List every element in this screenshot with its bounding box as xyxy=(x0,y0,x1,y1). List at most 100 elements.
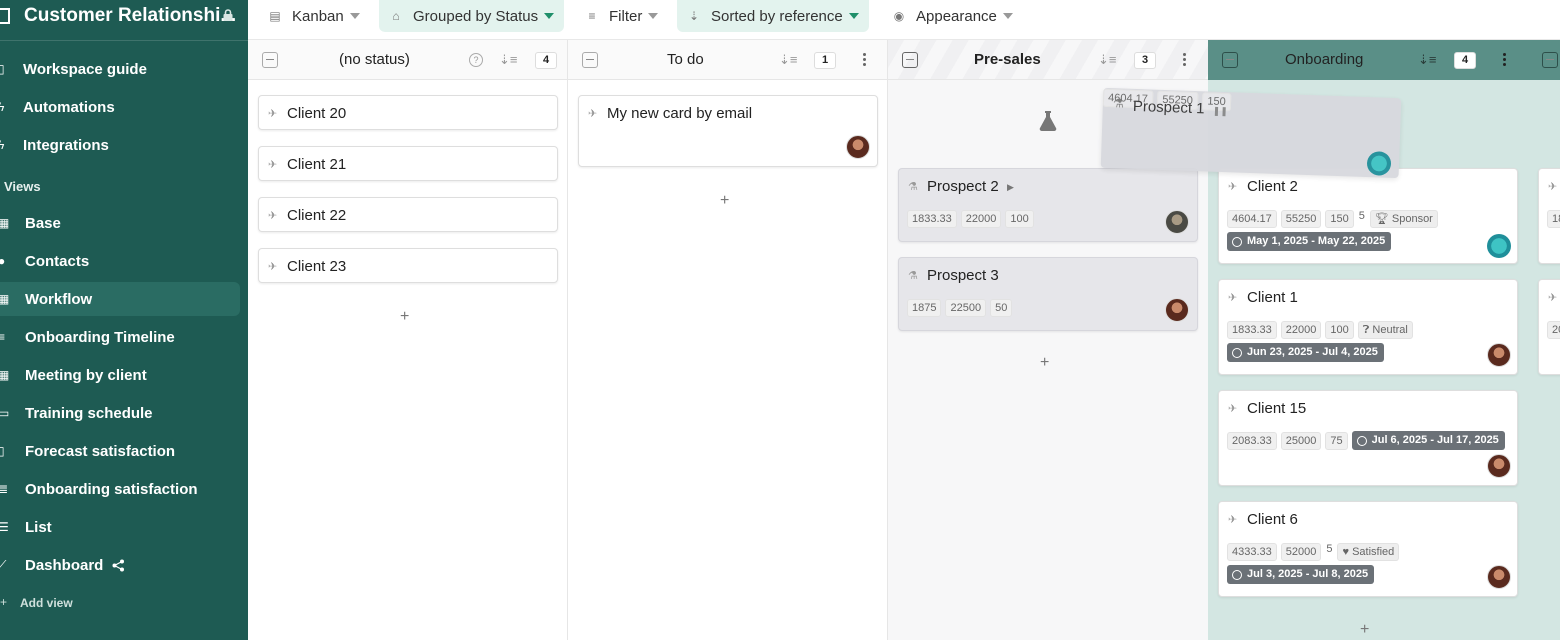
sidebar-view-forecast-satisfaction[interactable]: ▯ Forecast satisfaction xyxy=(0,434,240,468)
grid-icon: ▦ xyxy=(0,368,10,382)
field-value: 25000 xyxy=(1280,431,1322,450)
person-icon: ● xyxy=(0,254,6,268)
sidebar-view-dashboard[interactable]: ⟋ Dashboard xyxy=(0,548,240,582)
play-icon: ▶ xyxy=(1007,182,1014,192)
kanban-board: (no status) ? ⇣≡ 4 ✈ Client 20 ✈ Client … xyxy=(248,40,1560,640)
add-card-button[interactable]: + xyxy=(1360,621,1369,639)
app-title-bar[interactable]: Customer Relationshi... xyxy=(0,0,248,32)
choice-label: Satisfied xyxy=(1352,546,1395,558)
collapse-icon[interactable] xyxy=(582,52,598,68)
column-menu-icon[interactable] xyxy=(1501,52,1507,68)
filter-dropdown[interactable]: ≡ Filter xyxy=(575,0,668,32)
sidebar-view-contacts[interactable]: ● Contacts xyxy=(0,244,240,278)
help-icon[interactable]: ? xyxy=(469,53,483,67)
choice-label: Sponsor xyxy=(1391,213,1433,225)
field-value: 150 xyxy=(1325,210,1354,228)
view-type-dropdown[interactable]: ▤ Kanban xyxy=(258,0,370,32)
kanban-card[interactable]: ⚗ Prospect 3 1875 22500 50 xyxy=(898,257,1198,331)
field-value: 5 xyxy=(1326,543,1333,555)
column-title: Pre-sales xyxy=(974,51,1041,68)
clock-icon xyxy=(1356,435,1367,446)
book-icon: ▯ xyxy=(0,62,5,76)
rocket-icon: ✈ xyxy=(1548,181,1558,193)
add-card-button[interactable]: + xyxy=(400,308,409,326)
rocket-icon: ✈ xyxy=(588,108,598,120)
sidebar-view-base[interactable]: ▦ Base xyxy=(0,206,240,240)
kanban-card[interactable]: ✈ Client 6 4333.33 52000 5 ♥ Satisfied J… xyxy=(1218,501,1518,597)
choice-tag: ♥ Satisfied xyxy=(1337,543,1400,561)
sidebar-view-list[interactable]: ☰ List xyxy=(0,510,240,544)
question-icon: ❓︎ xyxy=(1362,324,1370,336)
sidebar-item-integrations[interactable]: ϟ Integrations xyxy=(0,128,240,162)
avatar xyxy=(1165,210,1189,234)
group-by-dropdown[interactable]: ⌂ Grouped by Status xyxy=(379,0,565,32)
kanban-card[interactable]: ✈ Client 21 xyxy=(258,146,558,181)
sort-icon[interactable]: ⇣≡ xyxy=(499,52,517,68)
collapse-icon[interactable] xyxy=(902,52,918,68)
eye-icon: ◉ xyxy=(893,9,905,23)
add-view-label: Add view xyxy=(20,596,73,610)
field-value: 18 xyxy=(1547,210,1560,228)
collapse-icon[interactable] xyxy=(1542,52,1558,68)
chevron-down-icon xyxy=(648,13,659,19)
sidebar-divider xyxy=(0,40,248,41)
rocket-icon: ✈ xyxy=(1228,292,1238,304)
sidebar-view-training-schedule[interactable]: ▭ Training schedule xyxy=(0,396,240,430)
collapse-icon[interactable] xyxy=(262,52,278,68)
flask-icon: ⚗ xyxy=(908,181,918,193)
kanban-card[interactable]: ✈ Client 2 4604.17 55250 150 5 🏆︎ Sponso… xyxy=(1218,168,1518,264)
sidebar-view-onboarding-timeline[interactable]: ≡ Onboarding Timeline xyxy=(0,320,240,354)
kanban-card[interactable]: ✈ 18 xyxy=(1538,168,1560,264)
kanban-card[interactable]: ✈ Client 23 xyxy=(258,248,558,283)
card-fields: 2083.33 25000 75 Jul 6, 2025 - Jul 17, 2… xyxy=(1227,431,1505,450)
sort-icon[interactable]: ⇣≡ xyxy=(1418,52,1436,68)
sidebar-item-label: Automations xyxy=(23,99,115,116)
views-section-label: Views xyxy=(4,179,41,194)
kanban-card[interactable]: ✈ Client 15 2083.33 25000 75 Jul 6, 2025… xyxy=(1218,390,1518,486)
kanban-card[interactable]: ✈ Client 20 xyxy=(258,95,558,130)
sidebar-item-workspace-guide[interactable]: ▯ Workspace guide xyxy=(0,52,240,86)
card-title: Prospect 3 xyxy=(927,267,999,284)
kanban-card[interactable]: ✈ My new card by email xyxy=(578,95,878,167)
kanban-card[interactable]: ✈ Client 22 xyxy=(258,197,558,232)
gauge-icon: ▯ xyxy=(0,444,5,458)
field-value: 75 xyxy=(1325,431,1348,450)
sidebar-view-onboarding-satisfaction[interactable]: ≣ Onboarding satisfaction xyxy=(0,472,240,506)
add-card-button[interactable]: + xyxy=(1040,354,1049,372)
kanban-card[interactable]: ✈ Client 1 1833.33 22000 100 ❓︎ Neutral … xyxy=(1218,279,1518,375)
card-fields: 1875 22500 50 xyxy=(907,299,1013,317)
field-value: 1875 xyxy=(907,299,942,317)
field-value: 52000 xyxy=(1280,543,1322,561)
rocket-icon: ✈ xyxy=(268,210,278,222)
add-card-button[interactable]: + xyxy=(720,192,729,210)
dragged-card[interactable]: ⚗ Prospect 1 ❚❚ 4604.17 55250 150 xyxy=(1100,87,1402,179)
view-type-label: Kanban xyxy=(292,7,344,25)
column-menu-icon[interactable] xyxy=(1181,52,1187,68)
chevron-down-icon xyxy=(349,13,360,19)
sidebar-view-workflow[interactable]: ▦ Workflow xyxy=(0,282,240,316)
column-menu-icon[interactable] xyxy=(861,52,867,68)
sort-icon[interactable]: ⇣≡ xyxy=(779,52,797,68)
kanban-card[interactable]: ✈ 20 xyxy=(1538,279,1560,375)
card-title: Client 1 xyxy=(1247,289,1298,306)
column-title: Onboarding xyxy=(1285,51,1364,68)
field-value: 5 xyxy=(1358,210,1365,222)
bolt-icon: ϟ xyxy=(0,100,5,114)
flask-icon xyxy=(1039,111,1057,132)
sort-icon[interactable]: ⇣≡ xyxy=(1098,52,1116,68)
card-title: My new card by email xyxy=(607,105,753,122)
clock-icon xyxy=(1232,347,1242,358)
collapse-icon[interactable] xyxy=(1222,52,1238,68)
kanban-card[interactable]: ⚗ Prospect 2 ▶ 1833.33 22000 100 xyxy=(898,168,1198,242)
appearance-dropdown[interactable]: ◉ Appearance xyxy=(882,0,1023,32)
sidebar-item-automations[interactable]: ϟ Automations xyxy=(0,90,240,124)
column-header: Pre-sales ⇣≡ 3 xyxy=(888,40,1208,80)
date-range: May 1, 2025 - May 22, 2025 xyxy=(1247,235,1386,247)
column-title: To do xyxy=(667,51,704,68)
sort-dropdown[interactable]: ⇣ Sorted by reference xyxy=(677,0,869,32)
share-icon[interactable] xyxy=(112,559,125,572)
avatar xyxy=(1487,565,1511,589)
sidebar: Customer Relationshi... ▯ Workspace guid… xyxy=(0,0,248,640)
sidebar-view-meeting-by-client[interactable]: ▦ Meeting by client xyxy=(0,358,240,392)
field-value: 22500 xyxy=(945,299,987,317)
